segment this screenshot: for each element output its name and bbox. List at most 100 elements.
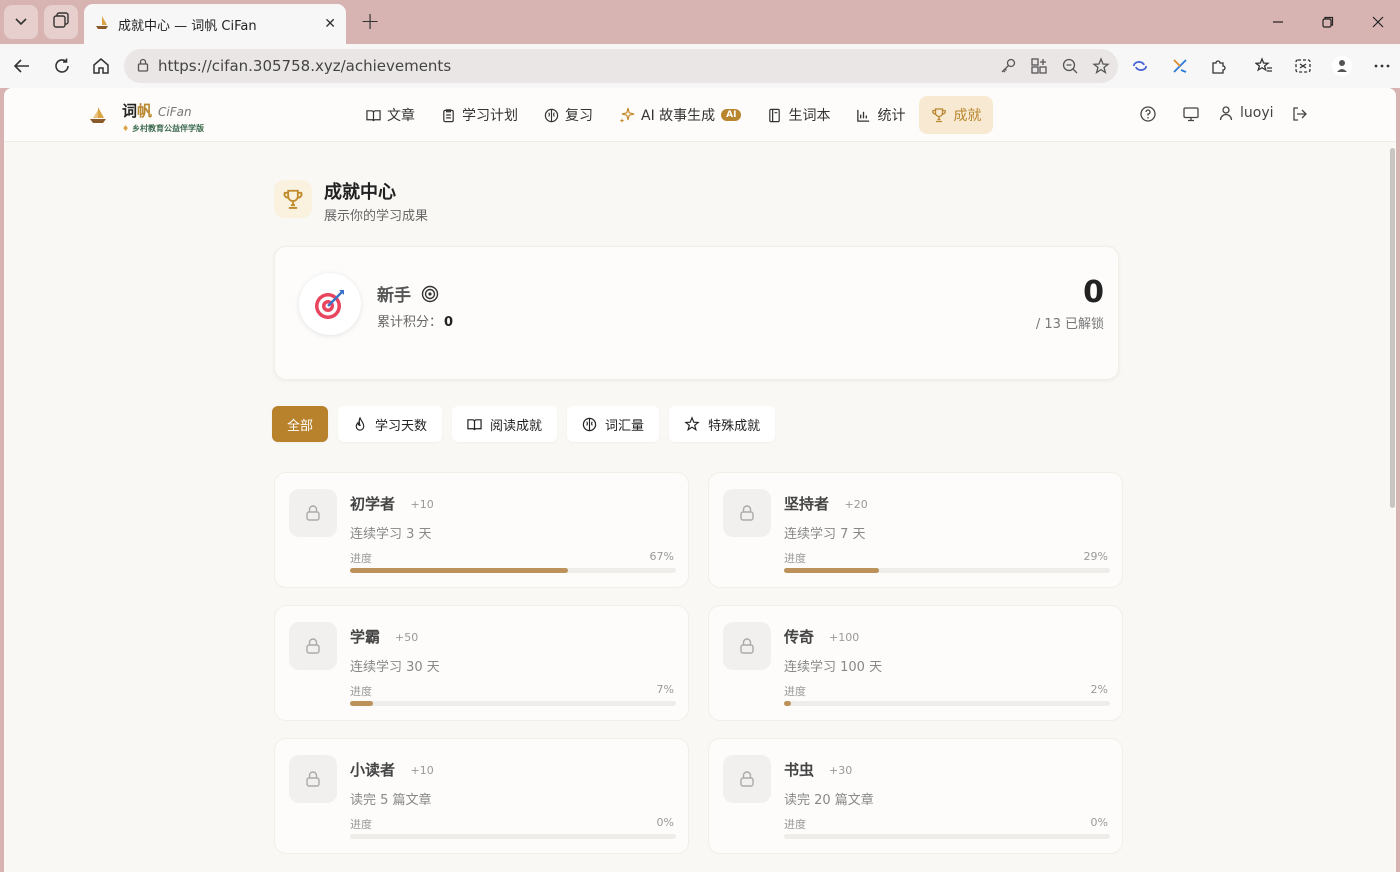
more-menu-icon[interactable] <box>1370 54 1394 78</box>
filter-special[interactable]: 特殊成就 <box>669 406 776 442</box>
nav-item-achievements[interactable]: 成就 <box>919 96 994 134</box>
profile-avatar-icon[interactable] <box>1330 54 1354 78</box>
book-open-icon <box>366 108 381 123</box>
user-menu[interactable]: luoyi <box>1218 105 1274 121</box>
extension-arrows-icon[interactable] <box>1168 54 1192 78</box>
progress-fill <box>784 701 791 706</box>
achievement-points: +100 <box>829 631 860 644</box>
bullseye-icon <box>421 285 439 303</box>
achievement-name: 坚持者 <box>784 495 830 513</box>
achievement-card[interactable]: 传奇 +100 连续学习 100 天 进度 2% <box>708 605 1123 721</box>
site-header: 词帆 CiFan ♦ 乡村教育公益伴学版 文章 学习计划 复习 AI 故事生成 … <box>4 88 1396 142</box>
achievement-description: 连续学习 3 天 <box>350 527 432 542</box>
achievement-points: +10 <box>410 764 434 777</box>
achievement-summary-card: 新手 累计积分： 0 0 / 13 已解锁 <box>274 246 1119 380</box>
page-scrollbar[interactable] <box>1388 88 1396 872</box>
lock-icon <box>136 57 150 76</box>
lock-icon <box>289 755 337 803</box>
achievement-points: +10 <box>410 498 434 511</box>
unlocked-count: 0 <box>1083 275 1104 310</box>
unlocked-total-label: / 13 已解锁 <box>1035 317 1104 332</box>
nav-item-study-plan[interactable]: 学习计划 <box>429 96 530 134</box>
level-name: 新手 <box>377 281 439 306</box>
progress-percent: 7% <box>656 683 674 696</box>
username: luoyi <box>1240 105 1274 121</box>
lock-icon <box>289 622 337 670</box>
reload-icon[interactable] <box>50 54 74 78</box>
tab-title: 成就中心 — 词帆 CiFan <box>118 18 257 34</box>
minimize-button[interactable] <box>1266 10 1290 34</box>
logo-subtitle: ♦ 乡村教育公益伴学版 <box>122 124 204 133</box>
progress-track <box>784 568 1110 573</box>
achievement-card[interactable]: 书虫 +30 读完 20 篇文章 进度 0% <box>708 738 1123 854</box>
nav-item-vocabulary[interactable]: 生词本 <box>755 96 842 134</box>
sailboat-logo-icon <box>88 105 108 129</box>
lock-icon <box>289 489 337 537</box>
total-points: 累计积分： 0 <box>377 315 454 330</box>
restore-button[interactable] <box>1316 10 1340 34</box>
target-dart-icon <box>299 273 361 335</box>
star-icon <box>684 416 700 432</box>
trophy-icon <box>931 107 947 123</box>
monitor-icon[interactable] <box>1182 105 1200 123</box>
site-logo[interactable]: 词帆 CiFan ♦ 乡村教育公益伴学版 <box>88 100 204 134</box>
chevron-down-icon <box>14 13 28 32</box>
workspaces-button[interactable] <box>44 5 78 39</box>
app-grid-icon[interactable] <box>1027 54 1051 78</box>
achievement-card[interactable]: 小读者 +10 读完 5 篇文章 进度 0% <box>274 738 689 854</box>
key-icon[interactable] <box>996 54 1020 78</box>
filter-all[interactable]: 全部 <box>272 406 329 442</box>
close-window-button[interactable] <box>1366 10 1390 34</box>
help-icon[interactable] <box>1139 105 1157 123</box>
nav-item-statistics[interactable]: 统计 <box>844 96 917 134</box>
new-tab-button[interactable]: + <box>356 8 384 36</box>
main-nav: 文章 学习计划 复习 AI 故事生成 AI 生词本 统计 成就 <box>354 96 995 134</box>
logo-text: 词帆 <box>122 102 153 120</box>
achievement-card[interactable]: 坚持者 +20 连续学习 7 天 进度 29% <box>708 472 1123 588</box>
achievement-card[interactable]: 初学者 +10 连续学习 3 天 进度 67% <box>274 472 689 588</box>
achievement-description: 连续学习 30 天 <box>350 660 440 675</box>
achievement-name: 书虫 <box>784 761 815 779</box>
progress-percent: 29% <box>1083 550 1108 563</box>
progress-percent: 67% <box>649 550 674 563</box>
page-title: 成就中心 <box>324 182 396 203</box>
progress-label: 进度 <box>350 552 372 565</box>
filter-study-days[interactable]: 学习天数 <box>338 406 443 442</box>
back-icon[interactable] <box>10 54 34 78</box>
achievement-description: 连续学习 100 天 <box>784 660 883 675</box>
home-icon[interactable] <box>89 54 113 78</box>
filter-reading[interactable]: 阅读成就 <box>452 406 558 442</box>
scrollbar-thumb[interactable] <box>1390 148 1395 508</box>
progress-percent: 0% <box>1090 816 1108 829</box>
sync-icon[interactable] <box>1128 54 1152 78</box>
progress-label: 进度 <box>784 552 806 565</box>
progress-label: 进度 <box>784 685 806 698</box>
tab-actions-button[interactable] <box>4 5 38 39</box>
workspaces-icon <box>52 11 70 33</box>
nav-item-articles[interactable]: 文章 <box>354 96 427 134</box>
progress-label: 进度 <box>350 818 372 831</box>
progress-track <box>350 701 676 706</box>
favorites-icon[interactable] <box>1252 54 1276 78</box>
logout-icon[interactable] <box>1291 105 1309 123</box>
progress-label: 进度 <box>350 685 372 698</box>
extensions-puzzle-icon[interactable] <box>1207 54 1231 78</box>
screenshot-icon[interactable] <box>1291 54 1315 78</box>
book-open-icon <box>467 417 482 432</box>
browser-tab-active[interactable]: 成就中心 — 词帆 CiFan ✕ <box>84 4 346 44</box>
nav-item-ai-story[interactable]: AI 故事生成 AI <box>607 96 753 134</box>
favorite-star-icon[interactable] <box>1089 54 1113 78</box>
zoom-out-icon[interactable] <box>1058 54 1082 78</box>
page-subtitle: 展示你的学习成果 <box>324 209 429 224</box>
progress-fill <box>784 568 879 573</box>
bar-chart-icon <box>856 108 871 123</box>
lock-icon <box>723 489 771 537</box>
achievement-filters: 全部 学习天数 阅读成就 词汇量 特殊成就 <box>272 406 785 442</box>
filter-vocabulary[interactable]: 词汇量 <box>567 406 660 442</box>
address-bar[interactable]: https://cifan.305758.xyz/achievements <box>124 49 1118 83</box>
achievement-card[interactable]: 学霸 +50 连续学习 30 天 进度 7% <box>274 605 689 721</box>
progress-percent: 0% <box>656 816 674 829</box>
sailboat-favicon-icon <box>94 14 110 34</box>
nav-item-review[interactable]: 复习 <box>532 96 605 134</box>
close-tab-icon[interactable]: ✕ <box>324 16 336 32</box>
